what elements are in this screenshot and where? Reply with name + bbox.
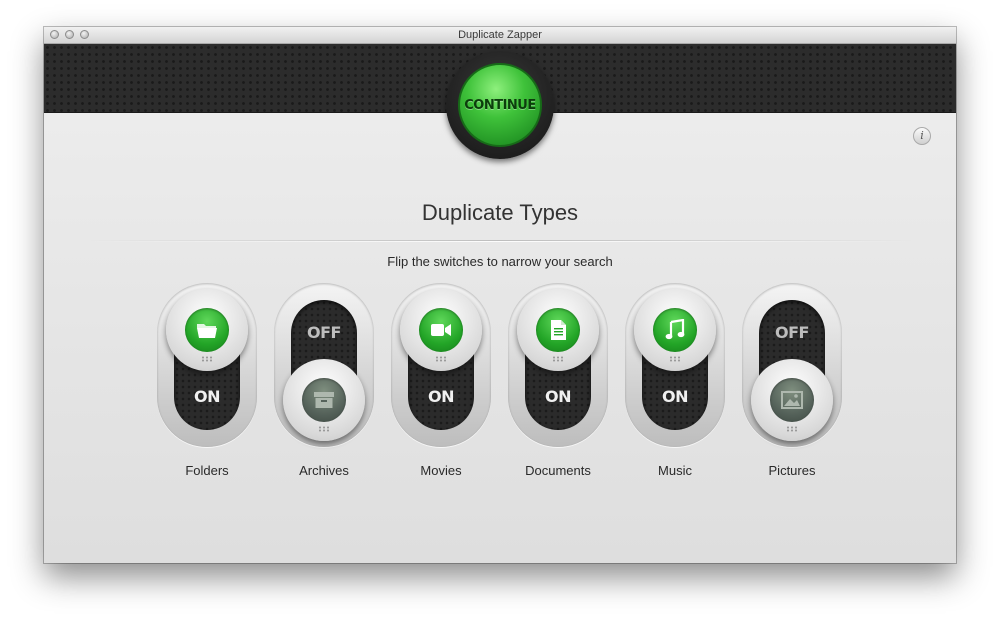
knob-grip xyxy=(201,356,213,362)
app-window: Duplicate Zapper CONTINUE i Duplicate Ty… xyxy=(44,27,956,563)
page-subtitle: Flip the switches to narrow your search xyxy=(387,254,613,269)
info-button[interactable]: i xyxy=(913,127,931,145)
toggle-label-movies: Movies xyxy=(420,463,462,478)
toggle-documents[interactable]: ON xyxy=(508,283,608,447)
archive-box-icon xyxy=(302,378,346,422)
toggle-folders[interactable]: ON xyxy=(157,283,257,447)
toggle-knob[interactable] xyxy=(283,359,365,441)
picture-icon xyxy=(770,378,814,422)
knob-grip xyxy=(435,356,447,362)
toggle-state-label: ON xyxy=(545,387,572,406)
folder-icon xyxy=(185,308,229,352)
toggle-label-archives: Archives xyxy=(299,463,349,478)
knob-grip xyxy=(786,426,798,432)
document-icon xyxy=(536,308,580,352)
toggle-label-music: Music xyxy=(658,463,692,478)
knob-grip xyxy=(669,356,681,362)
toggle-movies[interactable]: ON xyxy=(391,283,491,447)
toggle-state-label: OFF xyxy=(775,323,809,342)
toggle-label-documents: Documents xyxy=(525,463,591,478)
toggle-state-label: ON xyxy=(194,387,221,406)
toggle-knob[interactable] xyxy=(751,359,833,441)
toggle-knob[interactable] xyxy=(634,289,716,371)
title-divider-highlight xyxy=(84,241,916,242)
music-note-icon xyxy=(653,308,697,352)
toggle-knob[interactable] xyxy=(517,289,599,371)
toggle-state-label: ON xyxy=(662,387,689,406)
continue-label: CONTINUE xyxy=(464,97,536,113)
continue-button[interactable]: CONTINUE xyxy=(458,63,542,147)
toggle-pictures[interactable]: OFF xyxy=(742,283,842,447)
title-bar: Duplicate Zapper xyxy=(44,27,956,44)
video-camera-icon xyxy=(419,308,463,352)
toggle-knob[interactable] xyxy=(166,289,248,371)
knob-grip xyxy=(552,356,564,362)
toggle-label-pictures: Pictures xyxy=(768,463,816,478)
page-title: Duplicate Types xyxy=(421,200,579,225)
toggle-state-label: OFF xyxy=(307,323,341,342)
toggle-label-folders: Folders xyxy=(185,463,229,478)
toggle-music[interactable]: ON xyxy=(625,283,725,447)
toggle-archives[interactable]: OFF xyxy=(274,283,374,447)
continue-button-bezel: CONTINUE xyxy=(446,51,554,159)
toggle-knob[interactable] xyxy=(400,289,482,371)
window-title: Duplicate Zapper xyxy=(458,29,542,41)
toggle-state-label: ON xyxy=(428,387,455,406)
knob-grip xyxy=(318,426,330,432)
